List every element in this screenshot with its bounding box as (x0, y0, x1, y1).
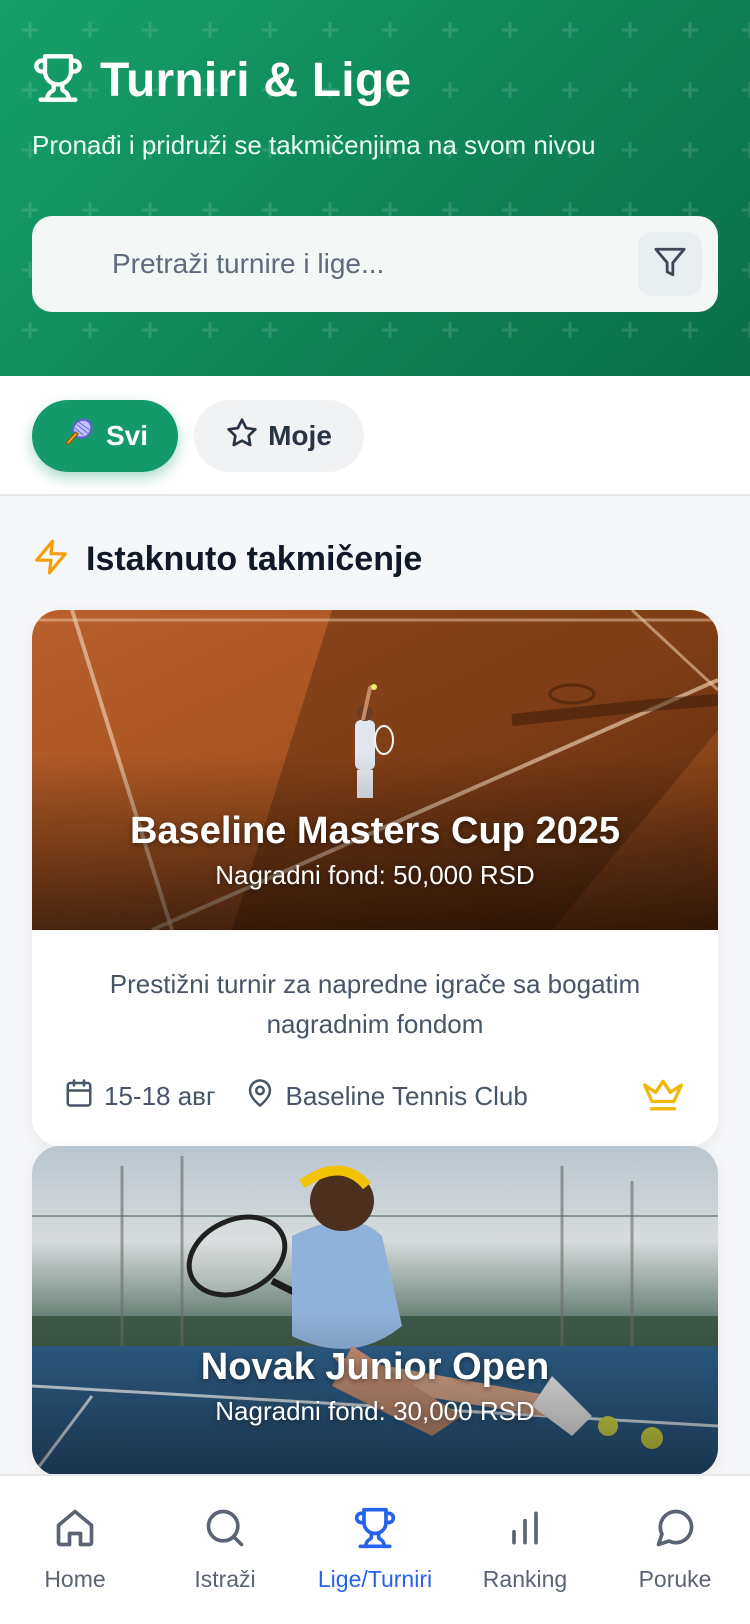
filter-icon (653, 245, 687, 284)
nav-label: Poruke (638, 1566, 712, 1592)
nav-label: Ranking (482, 1566, 568, 1592)
search-bar (32, 216, 718, 312)
nav-home[interactable]: Home (0, 1476, 150, 1624)
calendar-icon (64, 1078, 94, 1115)
page-header: Turniri & Lige Pronađi i pridruži se tak… (0, 0, 750, 376)
star-icon (226, 417, 258, 456)
featured-section-header: Istaknuto takmičenje (32, 538, 422, 581)
filter-tabs: Svi Moje (0, 376, 750, 496)
tab-label: Svi (105, 420, 149, 451)
card-prize: Nagradni fond: 30,000 RSD (215, 1396, 535, 1426)
tennis-racket-icon (62, 416, 96, 457)
lightning-icon (32, 538, 70, 581)
nav-lige-turniri[interactable]: Lige/Turniri (300, 1476, 450, 1624)
tab-moje[interactable]: Moje (194, 400, 364, 472)
map-pin-icon (245, 1078, 275, 1115)
page-title: Turniri & Lige (100, 54, 412, 107)
card-image: Baseline Masters Cup 2025 Nagradni fond:… (32, 610, 718, 930)
bar-chart-icon (503, 1506, 547, 1556)
nav-istrazi[interactable]: Istraži (150, 1476, 300, 1624)
chat-bubble-icon (653, 1506, 697, 1556)
nav-label: Lige/Turniri (317, 1566, 433, 1592)
page-title-row: Turniri & Lige (32, 52, 411, 109)
nav-label: Home (44, 1566, 106, 1592)
tab-label: Moje (268, 420, 332, 451)
page-subtitle: Pronađi i pridruži se takmičenjima na sv… (32, 130, 596, 160)
card-meta: 15-18 авг Baseline Tennis Club (64, 1074, 686, 1118)
trophy-icon (353, 1506, 397, 1556)
nav-ranking[interactable]: Ranking (450, 1476, 600, 1624)
tab-svi[interactable]: Svi (32, 400, 178, 472)
card-image: Novak Junior Open Nagradni fond: 30,000 … (32, 1146, 718, 1476)
search-input[interactable] (32, 216, 638, 312)
date-text: 15-18 авг (104, 1080, 216, 1111)
card-prize: Nagradni fond: 50,000 RSD (215, 860, 535, 890)
filter-button[interactable] (638, 232, 702, 296)
nav-poruke[interactable]: Poruke (600, 1476, 750, 1624)
card-location: Baseline Tennis Club (245, 1078, 528, 1115)
section-title: Istaknuto takmičenje (86, 540, 423, 578)
home-icon (53, 1506, 97, 1556)
card-date: 15-18 авг (64, 1078, 215, 1115)
tournament-card[interactable]: Novak Junior Open Nagradni fond: 30,000 … (32, 1146, 718, 1476)
search-icon (203, 1506, 247, 1556)
crown-icon (640, 1074, 686, 1123)
card-title: Novak Junior Open (200, 1346, 550, 1388)
nav-label: Istraži (194, 1566, 256, 1592)
trophy-icon (32, 52, 84, 109)
tournament-card[interactable]: Baseline Masters Cup 2025 Nagradni fond:… (32, 610, 718, 1146)
bottom-navigation: Home Istraži Lige/Turniri Ranking Poruke (0, 1474, 750, 1624)
card-title: Baseline Masters Cup 2025 (129, 810, 620, 852)
card-description: Prestižni turnir za napredne igrače sa b… (109, 969, 641, 1039)
location-text: Baseline Tennis Club (285, 1080, 528, 1111)
